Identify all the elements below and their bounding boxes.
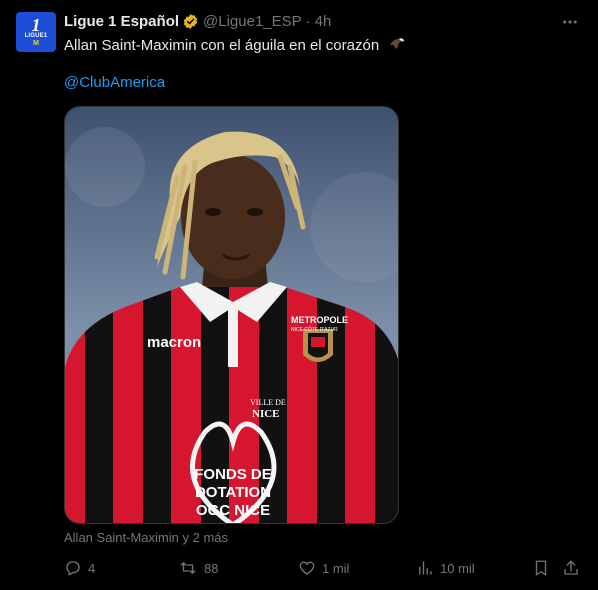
ville-city-text: NICE: [252, 408, 280, 420]
avatar-logo-text: LIGUE1: [24, 32, 48, 39]
more-options-icon[interactable]: [560, 12, 580, 32]
like-count: 1 mil: [322, 560, 350, 576]
like-button[interactable]: 1 mil: [298, 556, 349, 580]
views-icon: [419, 561, 432, 575]
share-icon: [564, 560, 578, 575]
tweet[interactable]: 1 LIGUE1 M Ligue 1 Español @Ligue1_ESP ·…: [0, 0, 598, 590]
repost-count: 88: [204, 560, 219, 576]
action-bar: 4 88 1 mil 10 mil: [64, 556, 584, 580]
heart-text-line2: DOTATION: [195, 484, 271, 501]
bookmark-button[interactable]: [532, 556, 556, 580]
sponsor-text: macron: [147, 334, 201, 351]
tweet-text-body: Allan Saint-Maximin con el águila en el …: [64, 36, 380, 54]
mention-link[interactable]: @ClubAmerica: [64, 74, 165, 91]
views-count: 10 mil: [440, 560, 475, 576]
share-button[interactable]: [562, 556, 586, 580]
tweet-text: Allan Saint-Maximin con el águila en el …: [64, 35, 406, 57]
avatar[interactable]: 1 LIGUE1 M: [16, 12, 56, 52]
tagged-people-link[interactable]: Allan Saint-Maximin y 2 más: [64, 530, 228, 545]
tweet-header: Ligue 1 Español @Ligue1_ESP · 4h: [64, 13, 331, 30]
tweet-timestamp[interactable]: 4h: [315, 13, 332, 30]
heart-icon: [299, 561, 315, 575]
avatar-sponsor-mark: M: [33, 39, 39, 47]
reply-icon: [66, 561, 80, 576]
chest-sponsor-text: METROPOLE: [291, 315, 348, 325]
repost-icon: [180, 562, 196, 574]
reply-count: 4: [88, 560, 96, 576]
verified-badge-icon[interactable]: [182, 13, 199, 30]
avatar-logo-number: 1: [31, 14, 41, 35]
views-button[interactable]: 10 mil: [416, 556, 475, 580]
ville-text: VILLE DE: [250, 398, 286, 407]
separator-dot: ·: [305, 13, 311, 30]
bookmark-icon: [535, 560, 547, 576]
tweet-media-image[interactable]: macron METROPOLE NICE CÔTE D'AZUR VILLE …: [64, 106, 399, 524]
eagle-emoji-icon: [389, 35, 406, 57]
reply-button[interactable]: 4: [64, 556, 95, 580]
heart-text-line1: FONDS DE: [194, 466, 272, 483]
chest-sponsor-subtext: NICE CÔTE D'AZUR: [291, 326, 338, 333]
heart-text-line3: OGC NICE: [196, 502, 270, 519]
author-name[interactable]: Ligue 1 Español: [64, 13, 179, 30]
author-handle[interactable]: @Ligue1_ESP: [203, 13, 302, 30]
repost-button[interactable]: 88: [178, 556, 218, 580]
